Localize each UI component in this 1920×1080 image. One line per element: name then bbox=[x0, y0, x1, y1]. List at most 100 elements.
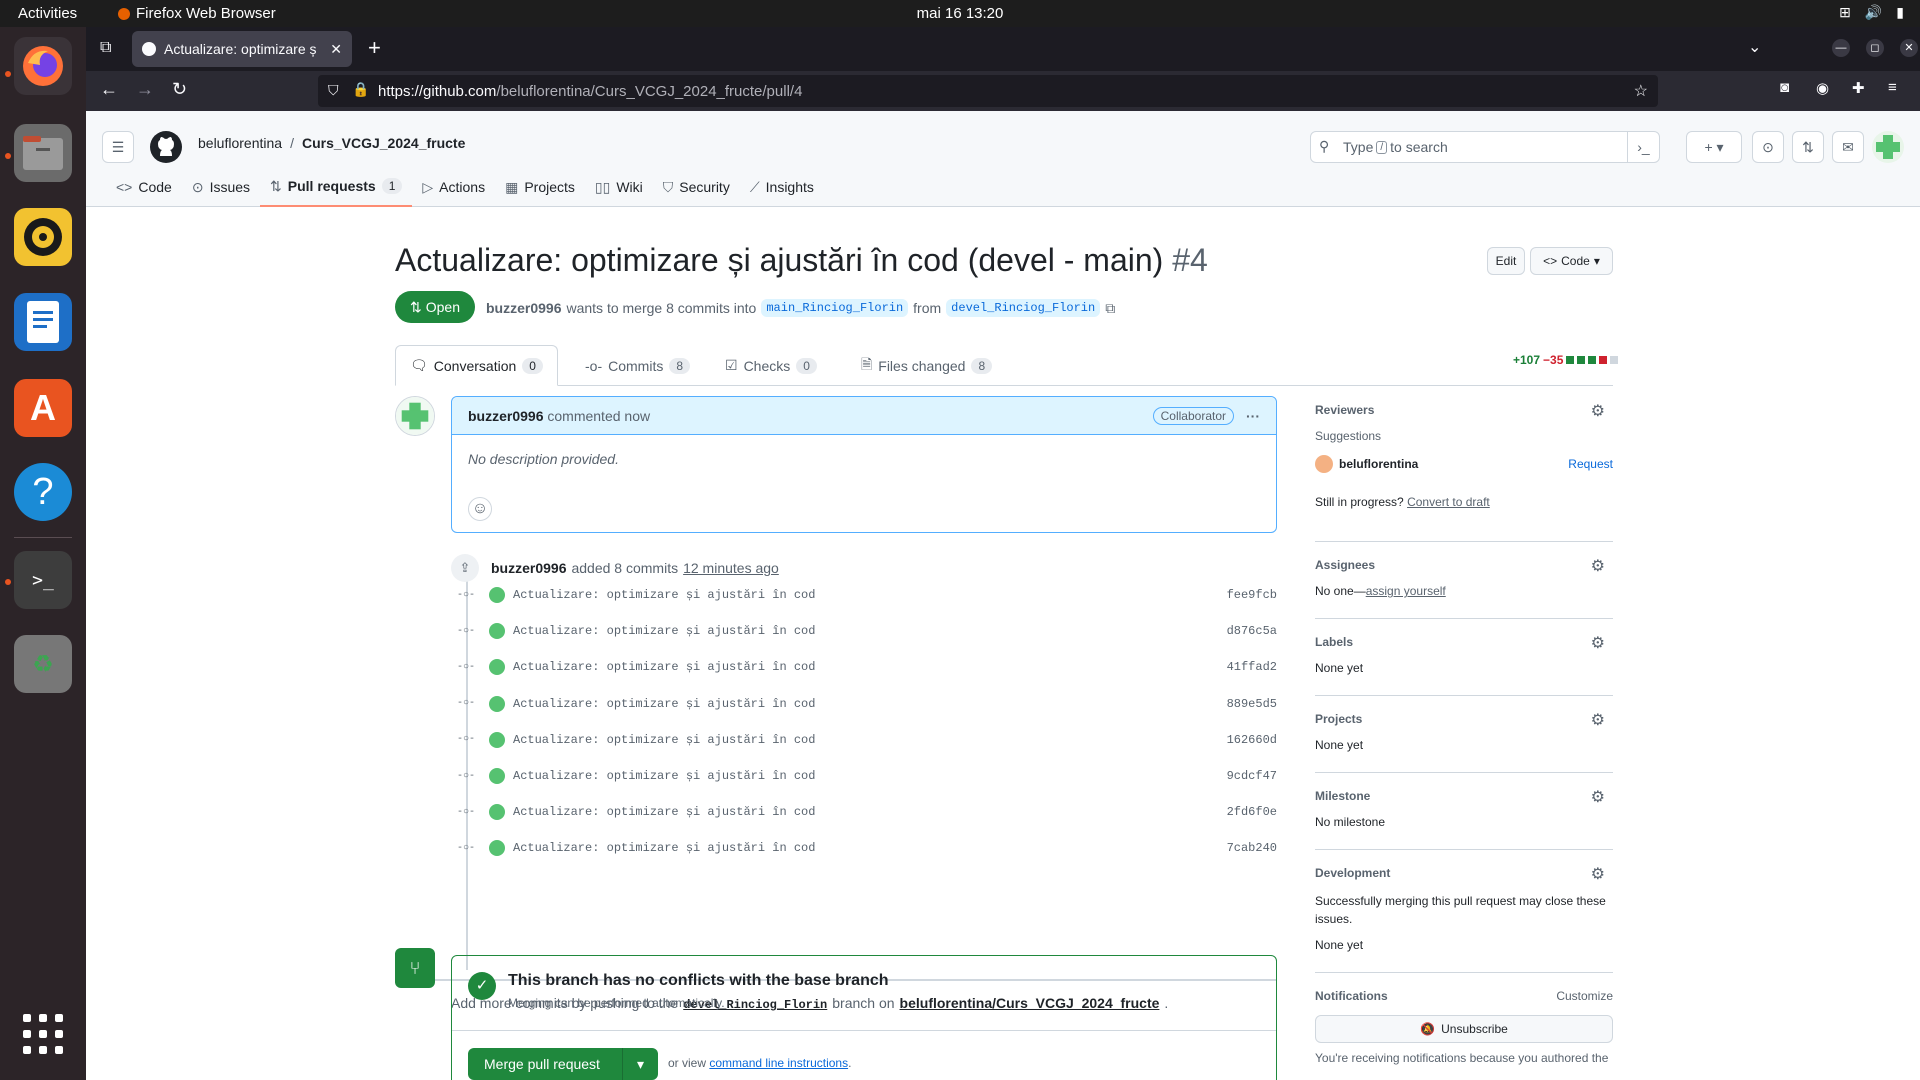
repo-tab-actions[interactable]: ▷ Actions bbox=[412, 167, 495, 207]
tracking-protection-icon[interactable]: ⛉ bbox=[328, 82, 339, 99]
repo-owner-link[interactable]: beluflorentina bbox=[198, 135, 282, 151]
system-tray[interactable]: ⊞ 🔊 ▮ bbox=[1839, 4, 1904, 21]
commit-sha-link[interactable]: fee9fcb bbox=[1227, 588, 1277, 602]
trash-launcher[interactable]: ♻ bbox=[14, 635, 72, 693]
clock[interactable]: mai 16 13:20 bbox=[917, 5, 1004, 22]
gear-icon[interactable]: ⚙ bbox=[1591, 556, 1605, 576]
global-menu-button[interactable]: ☰ bbox=[102, 131, 134, 163]
account-icon[interactable]: ◉ bbox=[1816, 79, 1829, 97]
writer-launcher[interactable] bbox=[14, 293, 72, 351]
issues-button[interactable]: ⊙ bbox=[1752, 131, 1784, 163]
bookmark-star-icon[interactable]: ☆ bbox=[1634, 81, 1648, 101]
sidebar-heading[interactable]: Projects bbox=[1315, 712, 1362, 726]
commit-sha-link[interactable]: 162660d bbox=[1227, 733, 1277, 747]
global-search-input[interactable]: ⚲ Type / to search ›_ bbox=[1310, 131, 1660, 163]
tab-commits[interactable]: -o- Commits 8 bbox=[585, 345, 691, 386]
tab-overview-icon[interactable]: ⧉ bbox=[100, 39, 111, 57]
edit-title-button[interactable]: Edit bbox=[1487, 247, 1525, 275]
url-bar[interactable]: ⛉ 🔒 https://github.com/beluflorentina/Cu… bbox=[318, 75, 1658, 107]
new-tab-button[interactable]: + bbox=[368, 35, 381, 61]
commit-author-avatar[interactable] bbox=[489, 804, 505, 821]
help-launcher[interactable]: ? bbox=[14, 463, 72, 521]
commit-author-avatar[interactable] bbox=[489, 768, 505, 784]
tab-conversation[interactable]: 🗨 Conversation 0 bbox=[395, 345, 558, 386]
minimize-button[interactable]: — bbox=[1832, 39, 1850, 57]
files-launcher[interactable] bbox=[14, 124, 72, 182]
back-button[interactable]: ← bbox=[100, 79, 118, 100]
sidebar-heading[interactable]: Milestone bbox=[1315, 789, 1370, 803]
show-apps-button[interactable] bbox=[14, 1005, 72, 1063]
reload-button[interactable]: ↻ bbox=[172, 79, 187, 100]
app-center-launcher[interactable]: A bbox=[14, 379, 72, 437]
tab-checks[interactable]: ☑ Checks 0 bbox=[725, 345, 817, 386]
gear-icon[interactable]: ⚙ bbox=[1591, 864, 1605, 884]
lock-icon[interactable]: 🔒 bbox=[352, 81, 369, 98]
repo-name-link[interactable]: Curs_VCGJ_2024_fructe bbox=[302, 135, 465, 151]
commit-author-avatar[interactable] bbox=[489, 587, 505, 603]
base-branch-link[interactable]: main_Rinciog_Florin bbox=[761, 299, 909, 317]
commit-author-avatar[interactable] bbox=[489, 623, 505, 640]
list-tabs-chevron-icon[interactable]: ⌄ bbox=[1748, 37, 1761, 57]
rhythmbox-launcher[interactable] bbox=[14, 208, 72, 266]
comment-timestamp[interactable]: commented now bbox=[547, 408, 650, 424]
gear-icon[interactable]: ⚙ bbox=[1591, 787, 1605, 807]
active-app-menu[interactable]: Firefox Web Browser bbox=[118, 5, 276, 22]
repo-tab-projects[interactable]: ▦ Projects bbox=[495, 167, 585, 207]
menu-icon[interactable]: ≡ bbox=[1888, 79, 1897, 96]
close-window-button[interactable]: ✕ bbox=[1900, 39, 1918, 57]
commit-message-link[interactable]: Actualizare: optimizare și ajustări în c… bbox=[513, 733, 815, 747]
commit-sha-link[interactable]: 9cdcf47 bbox=[1227, 769, 1277, 783]
inbox-button[interactable]: ✉ bbox=[1832, 131, 1864, 163]
commit-author-avatar[interactable] bbox=[489, 840, 505, 857]
sidebar-heading[interactable]: Labels bbox=[1315, 635, 1353, 649]
commit-message-link[interactable]: Actualizare: optimizare și ajustări în c… bbox=[513, 697, 815, 711]
commit-sha-link[interactable]: d876c5a bbox=[1227, 624, 1277, 638]
customize-notifications-link[interactable]: Customize bbox=[1556, 989, 1613, 1003]
unsubscribe-button[interactable]: 🔕 Unsubscribe bbox=[1315, 1015, 1613, 1043]
repo-tab-code[interactable]: <> Code bbox=[106, 167, 182, 207]
pr-author-link[interactable]: buzzer0996 bbox=[486, 300, 561, 316]
cli-instructions-link[interactable]: command line instructions bbox=[709, 1056, 848, 1070]
commenter-avatar[interactable] bbox=[395, 396, 435, 436]
commit-event-author[interactable]: buzzer0996 bbox=[491, 560, 566, 576]
add-reaction-icon[interactable]: ☺ bbox=[468, 497, 492, 521]
commit-author-avatar[interactable] bbox=[489, 695, 505, 712]
commit-sha-link[interactable]: 889e5d5 bbox=[1227, 697, 1277, 711]
forward-button[interactable]: → bbox=[136, 79, 154, 100]
activities-button[interactable]: Activities bbox=[18, 5, 77, 22]
copy-icon[interactable]: ⧉ bbox=[1105, 300, 1115, 317]
convert-to-draft-link[interactable]: Convert to draft bbox=[1407, 495, 1490, 509]
gear-icon[interactable]: ⚙ bbox=[1591, 710, 1605, 730]
commit-message-link[interactable]: Actualizare: optimizare și ajustări în c… bbox=[513, 841, 815, 855]
tab-files-changed[interactable]: 🗎 Files changed 8 bbox=[861, 345, 993, 386]
commit-message-link[interactable]: Actualizare: optimizare și ajustări în c… bbox=[513, 805, 815, 819]
commit-sha-link[interactable]: 41ffad2 bbox=[1227, 660, 1277, 674]
repo-tab-pull-requests[interactable]: ⇅ Pull requests 1 bbox=[260, 167, 413, 207]
commit-author-avatar[interactable] bbox=[489, 731, 505, 748]
create-new-button[interactable]: + ▾ bbox=[1686, 131, 1742, 163]
assign-yourself-link[interactable]: assign yourself bbox=[1366, 584, 1446, 598]
commit-sha-link[interactable]: 7cab240 bbox=[1227, 841, 1277, 855]
head-branch-link[interactable]: devel_Rinciog_Florin bbox=[946, 299, 1101, 317]
terminal-launcher[interactable]: >_ bbox=[14, 551, 72, 609]
browser-tab-active[interactable]: Actualizare: optimizare ș ✕ bbox=[132, 31, 352, 67]
code-dropdown-button[interactable]: <> Code ▾ bbox=[1530, 247, 1613, 275]
github-logo-icon[interactable] bbox=[150, 131, 182, 163]
commit-message-link[interactable]: Actualizare: optimizare și ajustări în c… bbox=[513, 769, 815, 783]
extensions-icon[interactable]: ✚ bbox=[1852, 79, 1865, 97]
firefox-launcher[interactable] bbox=[14, 37, 72, 95]
gear-icon[interactable]: ⚙ bbox=[1591, 633, 1605, 653]
sidebar-heading[interactable]: Reviewers bbox=[1315, 403, 1374, 417]
pocket-icon[interactable]: ◙ bbox=[1780, 79, 1789, 96]
kebab-menu-icon[interactable]: ··· bbox=[1246, 408, 1260, 424]
command-palette-icon[interactable]: ›_ bbox=[1627, 132, 1659, 162]
close-tab-icon[interactable]: ✕ bbox=[330, 41, 342, 58]
repo-tab-security[interactable]: ⛉ Security bbox=[653, 167, 740, 207]
commit-message-link[interactable]: Actualizare: optimizare și ajustări în c… bbox=[513, 624, 815, 638]
reviewer-name[interactable]: beluflorentina bbox=[1339, 457, 1418, 471]
commit-sha-link[interactable]: 2fd6f0e bbox=[1227, 805, 1277, 819]
repo-tab-insights[interactable]: ⟋ Insights bbox=[740, 167, 824, 207]
sidebar-heading[interactable]: Assignees bbox=[1315, 558, 1375, 572]
pull-requests-button[interactable]: ⇅ bbox=[1792, 131, 1824, 163]
commit-message-link[interactable]: Actualizare: optimizare și ajustări în c… bbox=[513, 588, 815, 602]
